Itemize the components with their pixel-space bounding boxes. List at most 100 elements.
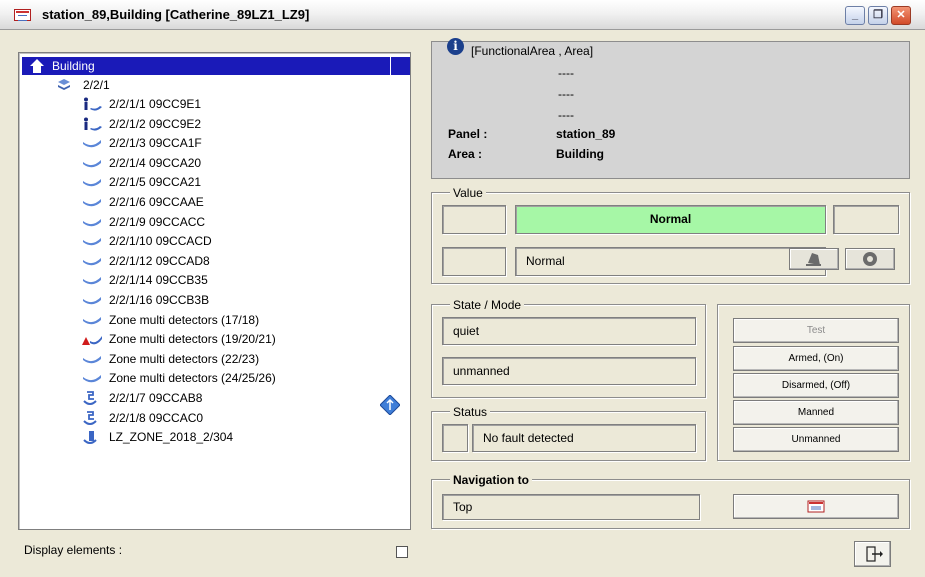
tree-item-label: LZ_ZONE_2018_2/304: [109, 430, 234, 445]
tree-item-label: 2/2/1/5 09CCA21: [109, 175, 202, 190]
info-panel: [431, 41, 910, 179]
value-detail-left-box: [442, 247, 506, 276]
close-button[interactable]: ✕: [891, 6, 911, 25]
smoke-detector-icon: [81, 352, 103, 370]
window-title: station_89,Building [Catherine_89LZ1_LZ9…: [42, 7, 310, 22]
smoke-detector-icon: [81, 175, 103, 193]
silence-icon: [806, 253, 821, 266]
silence-button[interactable]: [789, 248, 839, 270]
tree-item-label: 2/2/1/2 09CC9E2: [109, 116, 202, 131]
close-icon: ✕: [896, 9, 906, 21]
tree-item[interactable]: Zone multi detectors (22/23): [81, 350, 351, 368]
info-dash-1: ----: [558, 66, 574, 80]
tree-item[interactable]: 2/2/1/10 09CCACD: [81, 232, 351, 250]
tree-item-label: 2/2/1/3 09CCA1F: [109, 136, 202, 151]
tree-item[interactable]: Zone multi detectors (24/25/26): [81, 369, 351, 387]
area-label: Area :: [448, 147, 483, 161]
tree-item-label: 2/2/1/8 09CCAC0: [109, 410, 204, 425]
info-dash-2: ----: [558, 87, 574, 101]
tree-item[interactable]: 2/2/1/12 09CCAD8: [81, 252, 351, 270]
panel-value: station_89: [556, 127, 616, 141]
app-icon: [14, 9, 31, 21]
mode-value: unmanned: [442, 357, 696, 385]
tree-item-label: Zone multi detectors (22/23): [109, 351, 260, 366]
tree-item-label: 2/2/1/6 09CCAAE: [109, 195, 204, 209]
smoke-detector-icon: [81, 195, 103, 213]
minimize-icon: _: [851, 9, 859, 21]
tree-item-label: 2/2/1/14 09CCB35: [109, 273, 208, 288]
panel-label: Panel :: [448, 127, 488, 141]
reset-icon: [863, 252, 877, 266]
floor-stack-icon: [58, 79, 70, 90]
building-icon: [30, 59, 44, 73]
smoke-detector-icon: [81, 136, 103, 154]
rotate-icon[interactable]: [380, 395, 400, 415]
reset-button[interactable]: [845, 248, 895, 270]
element-tree[interactable]: Building 2/2/1 2/2/1/1 09CC9E1 2/2/1/2 09…: [18, 52, 411, 530]
tree-item[interactable]: 2/2/1/3 09CCA1F: [81, 134, 351, 152]
smoke-detector-icon: [81, 234, 103, 252]
tree-item-label: 2/2/1/4 09CCA20: [109, 155, 202, 170]
tree-item-label: 2/2/1/1 09CC9E1: [109, 97, 202, 111]
tree-item[interactable]: 2/2/1/8 09CCAC0: [81, 409, 351, 427]
smoke-detector-icon: [81, 254, 103, 272]
tree-item[interactable]: 2/2/1/14 09CCB35: [81, 271, 351, 289]
tree-item[interactable]: LZ_ZONE_2018_2/304: [81, 428, 351, 446]
tree-item-label: 2/2/1/7 09CCAB8: [109, 391, 203, 405]
smoke-detector-icon: [81, 293, 103, 311]
info-header: [FunctionalArea , Area]: [471, 44, 594, 58]
smoke-detector-icon: [81, 273, 103, 291]
window-nav-icon: [807, 500, 825, 513]
tree-item[interactable]: 2/2/1/2 09CC9E2: [81, 115, 351, 133]
tree-item[interactable]: 2/2/1/1 09CC9E1: [81, 95, 351, 113]
tree-root-building[interactable]: Building: [22, 57, 390, 75]
tree-item[interactable]: 2/2/1/5 09CCA21: [81, 173, 351, 191]
restore-icon: ❐: [873, 9, 883, 21]
minimize-button[interactable]: _: [845, 6, 865, 25]
tree-item-label: 2/2/1/10 09CCACD: [109, 234, 212, 249]
tree-item[interactable]: 2/2/1/7 09CCAB8: [81, 389, 351, 407]
value-legend: Value: [450, 186, 486, 200]
tree-item[interactable]: Zone multi detectors (19/20/21): [81, 330, 351, 348]
armed-on-button[interactable]: Armed, (On): [733, 346, 899, 371]
tree-item[interactable]: 2/2/1/6 09CCAAE: [81, 193, 351, 211]
tree-item[interactable]: 2/2/1/4 09CCA20: [81, 154, 351, 172]
info-icon: i: [447, 38, 464, 55]
smoke-detector-icon: [81, 215, 103, 233]
tree-item[interactable]: Zone multi detectors (17/18): [81, 311, 351, 329]
tree-group-label: 2/2/1: [83, 78, 110, 92]
status-text: No fault detected: [472, 424, 696, 452]
tree-item[interactable]: 2/2/1/9 09CCACC: [81, 213, 351, 231]
smoke-detector-icon: [81, 371, 103, 389]
status-indicator: [442, 424, 468, 452]
manned-button[interactable]: Manned: [733, 400, 899, 425]
navigation-legend: Navigation to: [450, 473, 533, 487]
tree-item[interactable]: 2/2/1/16 09CCB3B: [81, 291, 351, 309]
restore-button[interactable]: ❐: [868, 6, 888, 25]
test-button[interactable]: Test: [733, 318, 899, 343]
navigate-button[interactable]: [733, 494, 899, 519]
alarm-detector-icon: [81, 332, 103, 351]
display-elements-label: Display elements :: [24, 543, 123, 557]
exit-button[interactable]: [854, 541, 891, 567]
value-status: Normal: [515, 205, 826, 234]
tree-item-label: 2/2/1/16 09CCB3B: [109, 293, 210, 307]
tree-item-label: Zone multi detectors (19/20/21): [109, 332, 276, 347]
state-value: quiet: [442, 317, 696, 345]
state-mode-legend: State / Mode: [450, 298, 525, 312]
zone-icon: [81, 430, 99, 451]
exit-door-icon: [866, 546, 883, 562]
tree-item-label: 2/2/1/9 09CCACC: [109, 214, 206, 229]
value-left-box: [442, 205, 506, 234]
tree-item-label: Zone multi detectors (24/25/26): [109, 371, 276, 386]
disarmed-off-button[interactable]: Disarmed, (Off): [733, 373, 899, 398]
value-right-box: [833, 205, 899, 234]
unmanned-button[interactable]: Unmanned: [733, 427, 899, 452]
status-legend: Status: [450, 405, 491, 419]
title-bar: station_89,Building [Catherine_89LZ1_LZ9…: [0, 0, 925, 30]
tree-group-2-2-1[interactable]: 2/2/1: [57, 76, 257, 94]
value-detail: Normal: [515, 247, 826, 276]
display-elements-checkbox[interactable]: [396, 546, 408, 558]
tree-item-label: 2/2/1/12 09CCAD8: [109, 253, 210, 268]
info-dash-3: ----: [558, 108, 574, 122]
